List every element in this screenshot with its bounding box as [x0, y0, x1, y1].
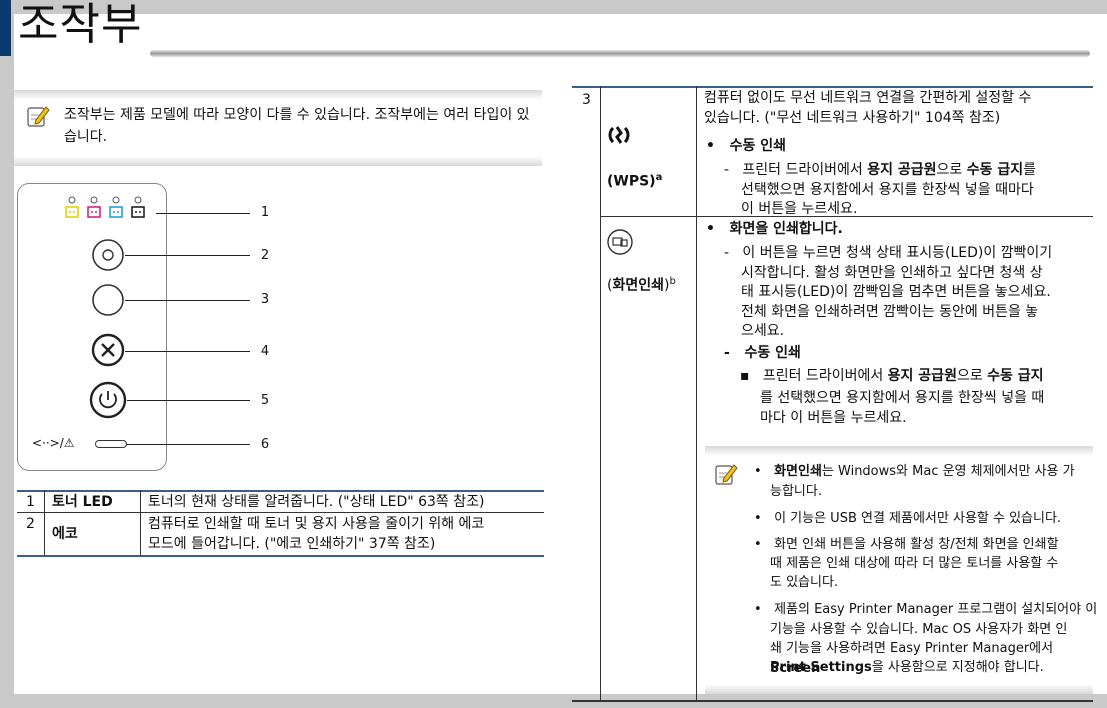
- callout-6: 6: [260, 437, 270, 452]
- right-table-bottom-rule: [572, 700, 1093, 702]
- right-table-col-divider: [600, 86, 601, 700]
- callout-4: 4: [260, 344, 270, 359]
- wps-intro-line: 컴퓨터 없이도 무선 네트워크 연결을 간편하게 설정할 수: [704, 90, 1032, 106]
- status-symbol: <··>/⚠: [32, 436, 75, 450]
- print-screen-sub-line: 마다 이 버튼을 누르세요.: [760, 410, 907, 426]
- control-panel-illustration: [17, 183, 167, 471]
- wps-dash-line: 선택했으면 용지함에서 용지를 한장씩 넣을 때마다: [741, 182, 1034, 198]
- tip-item-line: 능합니다.: [770, 484, 822, 499]
- wps-dash-line: - 프린터 드라이버에서 용지 공급원으로 수동 급지를: [724, 162, 1037, 178]
- wps-icon: [608, 126, 630, 144]
- print-screen-bullet: • 화면을 인쇄합니다.: [706, 221, 843, 237]
- wps-intro-line: 있습니다. ("무선 네트워크 사용하기" 104쪽 참조): [704, 110, 1001, 126]
- print-screen-dash-line: 시작합니다. 활성 화면만을 인쇄하고 싶다면 청색 상: [741, 265, 1043, 281]
- callout-3: 3: [260, 292, 270, 307]
- wps-button[interactable]: [91, 238, 125, 272]
- callout-2: 2: [260, 248, 270, 263]
- tip-item-line: 기능을 사용할 수 있습니다. Mac OS 사용자가 화면 인: [770, 622, 1068, 637]
- table-col-divider: [140, 490, 141, 556]
- table-row-name: 토너 LED: [52, 494, 113, 510]
- print-screen-dash-line: 태 표시등(LED)이 깜빡임을 멈추면 버튼을 놓으세요.: [741, 284, 1051, 300]
- status-led: [95, 440, 127, 448]
- tip-item-line: Print Settings을 사용함으로 지정해야 합니다.: [770, 660, 1044, 675]
- page-background: 조작부 조작부는 제품 모델에 따라 모양이 다를 수 있습니다. 조작부에는 …: [0, 0, 1107, 708]
- table-bottom-rule: [17, 555, 544, 557]
- tip-item: • 제품의 Easy Printer Manager 프로그램이 설치되어야 이: [754, 602, 1098, 617]
- table-row-num: 1: [26, 494, 35, 510]
- callout-line-4: [125, 351, 250, 352]
- print-screen-label: (화면인쇄)b: [607, 276, 676, 294]
- note-pencil-icon: [715, 464, 738, 485]
- toner-cyan-icon: [109, 196, 123, 218]
- toner-magenta-icon: [87, 196, 101, 218]
- table-row-num: 2: [26, 516, 35, 532]
- table-row-desc: 토너의 현재 상태를 알려줍니다. ("상태 LED" 63쪽 참조): [148, 494, 485, 510]
- note-pencil-icon: [27, 106, 50, 127]
- wps-label: (WPS)a: [607, 172, 663, 190]
- print-screen-dash-line: 으세요.: [741, 323, 785, 339]
- row-num: 3: [582, 92, 591, 108]
- tip-item-line: 도 있습니다.: [770, 575, 839, 590]
- toner-yellow-icon: [65, 196, 79, 218]
- table-row-desc-line: 컴퓨터로 인쇄할 때 토너 및 용지 사용을 줄이기 위해 에코: [148, 516, 485, 532]
- print-screen-sub-line: ▪ 프린터 드라이버에서 용지 공급원으로 수동 급지: [740, 368, 1044, 384]
- right-table-col-divider: [696, 86, 697, 700]
- wps-bullet: • 수동 인쇄: [706, 138, 786, 154]
- print-screen-dash-line: - 이 버튼을 누르면 청색 상태 표시등(LED)이 깜빡이기: [724, 245, 1053, 261]
- print-screen-sub-line: 를 선택했으면 용지함에서 용지를 한장씩 넣을 때: [760, 390, 1045, 406]
- tip-item-line: 때 제품은 인쇄 대상에 따라 더 많은 토너를 사용할 수: [770, 556, 1059, 571]
- print-screen-dash-line: 전체 화면을 인쇄하려면 깜빡이는 동안에 버튼을 놓: [741, 304, 1039, 320]
- title-rule: [150, 50, 1090, 57]
- table-row-divider: [17, 512, 544, 513]
- page-title: 조작부: [18, 0, 143, 50]
- cancel-button[interactable]: [91, 333, 125, 367]
- table-col-divider: [44, 490, 45, 556]
- power-button[interactable]: [89, 381, 127, 419]
- tip-item: • 화면 인쇄 버튼을 사용해 활성 창/전체 화면을 인쇄할: [754, 537, 1059, 552]
- toner-black-icon: [131, 196, 145, 218]
- print-screen-button[interactable]: [91, 283, 125, 317]
- print-screen-dash-2: - 수동 인쇄: [724, 345, 801, 361]
- tip-item: • 화면인쇄는 Windows와 Mac 운영 체제에서만 사용 가: [754, 464, 1075, 479]
- wps-dash-line: 이 버튼을 누르세요.: [741, 201, 858, 217]
- note-text: 조작부는 제품 모델에 따라 모양이 다를 수 있습니다. 조작부에는 여러 타…: [64, 107, 530, 145]
- callout-line-5: [127, 400, 250, 401]
- chapter-marker: [0, 0, 11, 56]
- callout-1: 1: [260, 205, 270, 220]
- callout-line-1: [156, 213, 250, 214]
- print-screen-icon: [607, 229, 633, 255]
- table-row-name: 에코: [52, 526, 78, 542]
- table-row-desc-line: 모드에 들어갑니다. ("에코 인쇄하기" 37쪽 참조): [148, 536, 436, 552]
- callout-line-3: [125, 300, 250, 301]
- callout-line-6: [127, 444, 250, 445]
- toner-led-group: [65, 196, 145, 218]
- callout-5: 5: [260, 393, 270, 408]
- tip-item: • 이 기능은 USB 연결 제품에서만 사용할 수 있습니다.: [754, 511, 1062, 526]
- callout-line-2: [125, 255, 250, 256]
